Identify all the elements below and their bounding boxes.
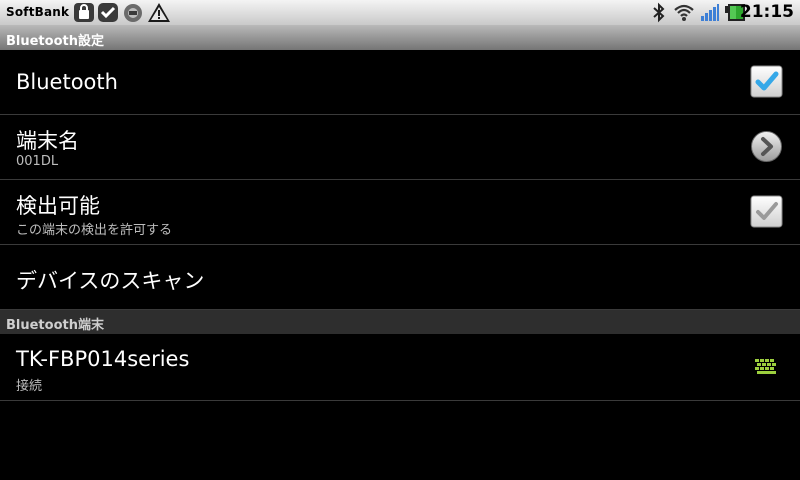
wifi-icon [673,2,695,27]
paired-device-row[interactable]: TK-FBP014series 接続 [0,335,800,401]
discoverable-title: 検出可能 [16,194,100,218]
page-title: Bluetooth設定 [6,34,104,49]
status-clock: 21:15 [739,2,794,22]
chevron-right-icon[interactable] [750,130,783,167]
status-bar: SoftBank 21:15 [0,0,800,25]
lock-bag-icon [73,2,95,27]
bluetooth-toggle-label: Bluetooth [16,70,118,94]
signal-icon [700,2,720,27]
section-header-label: Bluetooth端末 [6,318,104,333]
scan-devices-row[interactable]: デバイスのスキャン [0,245,800,310]
carrier-label: SoftBank [6,5,70,19]
bluetooth-toggle-row[interactable]: Bluetooth [0,50,800,115]
usb-disc-icon [122,2,144,27]
title-bar: Bluetooth設定 [0,25,800,50]
bluetooth-icon [652,2,666,27]
check-badge-icon [97,2,119,27]
scan-devices-label: デバイスのスキャン [16,269,205,293]
keyboard-icon [754,358,778,381]
warning-icon [147,2,171,27]
paired-device-name: TK-FBP014series [16,347,190,371]
paired-devices-header: Bluetooth端末 [0,310,800,334]
device-name-value: 001DL [16,154,59,169]
bluetooth-checkbox[interactable] [750,65,783,102]
device-name-title: 端末名 [16,129,79,153]
discoverable-row[interactable]: 検出可能 この端末の検出を許可する [0,180,800,245]
discoverable-checkbox[interactable] [750,195,783,232]
device-name-row[interactable]: 端末名 001DL [0,115,800,180]
discoverable-summary: この端末の検出を許可する [16,223,173,238]
paired-device-status: 接続 [16,379,43,394]
